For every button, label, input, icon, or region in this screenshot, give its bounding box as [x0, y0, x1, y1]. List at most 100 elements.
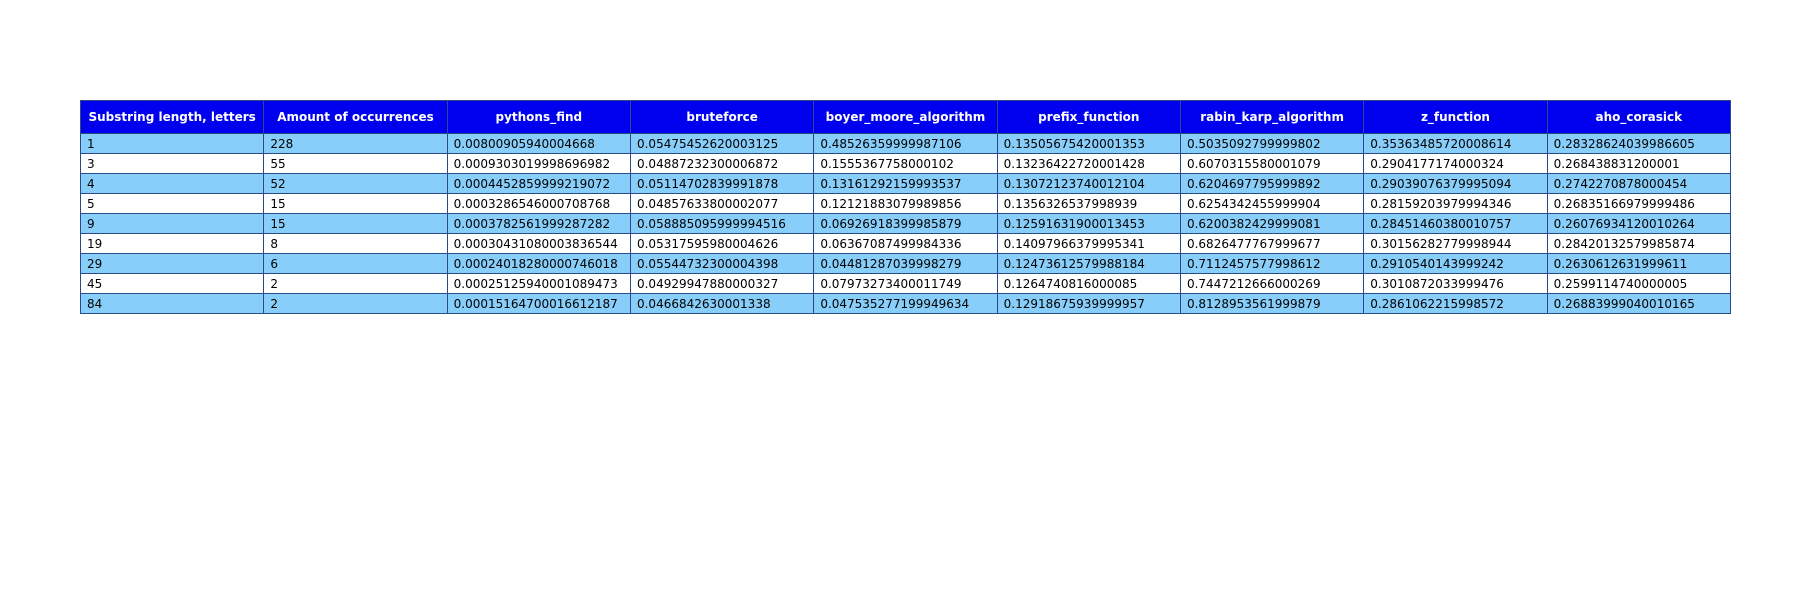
table-cell: 0.0004452859999219072 — [446, 173, 631, 194]
table-cell: 15 — [263, 193, 448, 214]
table-cell: 0.1356326537998939 — [996, 193, 1181, 214]
table-row: 84 2 0.00015164700016612187 0.0466842630001… — [79, 293, 1732, 314]
table-cell: 4 — [79, 173, 265, 194]
table-cell: 0.04929947880000327 — [629, 273, 815, 294]
table-cell: 0.12591631900013453 — [996, 213, 1181, 234]
table-cell: 0.0009303019998696982 — [446, 153, 631, 174]
table-cell: 0.13505675420001353 — [996, 133, 1181, 154]
header-row: Substring length, letters Amount of occur… — [79, 100, 1732, 134]
table-cell: 6 — [263, 253, 448, 274]
table-cell: 228 — [263, 133, 448, 154]
table-cell: 0.2910540143999242 — [1363, 253, 1548, 274]
table-cell: 0.29039076379995094 — [1363, 173, 1548, 194]
table-cell: 0.00024018280000746018 — [446, 253, 631, 274]
table-cell: 0.6204697795999892 — [1179, 173, 1365, 194]
table-cell: 0.13236422720001428 — [996, 153, 1181, 174]
table-cell: 84 — [79, 293, 265, 314]
table-cell: 19 — [79, 233, 265, 254]
column-header: aho_corasick — [1546, 100, 1732, 134]
table-cell: 8 — [263, 233, 448, 254]
table-row: 29 6 0.00024018280000746018 0.0554473230000… — [79, 253, 1732, 274]
table-cell: 0.48526359999987106 — [813, 133, 998, 154]
table-cell: 5 — [79, 193, 265, 214]
table-cell: 0.268438831200001 — [1546, 153, 1732, 174]
table-cell: 2 — [263, 273, 448, 294]
table-cell: 0.26835166979999486 — [1546, 193, 1732, 214]
table-header: Substring length, letters Amount of occur… — [79, 100, 1732, 134]
table-cell: 0.28159203979994346 — [1363, 193, 1548, 214]
table-cell: 0.00025125940001089473 — [446, 273, 631, 294]
table-row: 19 8 0.00030431080003836544 0.0531759598000… — [79, 233, 1732, 254]
table-cell: 0.05317595980004626 — [629, 233, 815, 254]
table-cell: 0.058885095999994516 — [629, 213, 815, 234]
table-cell: 0.05544732300004398 — [629, 253, 815, 274]
table-cell: 0.7112457577998612 — [1179, 253, 1365, 274]
table-cell: 0.6254342455999904 — [1179, 193, 1365, 214]
table-cell: 2 — [263, 293, 448, 314]
table-cell: 0.8128953561999879 — [1179, 293, 1365, 314]
table-cell: 0.1555367758000102 — [813, 153, 998, 174]
table-cell: 0.13072123740012104 — [996, 173, 1181, 194]
table-cell: 0.28328624039986605 — [1546, 133, 1732, 154]
table-cell: 0.05114702839991878 — [629, 173, 815, 194]
column-header: Amount of occurrences — [263, 100, 448, 134]
table-cell: 0.6200382429999081 — [1179, 213, 1365, 234]
page: Substring length, letters Amount of occur… — [0, 0, 1800, 600]
table-cell: 0.04857633800002077 — [629, 193, 815, 214]
table-cell: 0.2599114740000005 — [1546, 273, 1732, 294]
column-header: pythons_find — [446, 100, 631, 134]
column-header: boyer_moore_algorithm — [813, 100, 998, 134]
column-header: z_function — [1363, 100, 1548, 134]
table-cell: 0.04481287039998279 — [813, 253, 998, 274]
table-cell: 0.2904177174000324 — [1363, 153, 1548, 174]
table-cell: 0.26883999040010165 — [1546, 293, 1732, 314]
table-cell: 0.06367087499984336 — [813, 233, 998, 254]
table-cell: 1 — [79, 133, 265, 154]
table-cell: 0.05475452620003125 — [629, 133, 815, 154]
table-cell: 0.14097966379995341 — [996, 233, 1181, 254]
table-cell: 0.12918675939999957 — [996, 293, 1181, 314]
table-cell: 0.00030431080003836544 — [446, 233, 631, 254]
table-cell: 0.28451460380010757 — [1363, 213, 1548, 234]
table-cell: 0.04887232300006872 — [629, 153, 815, 174]
table-cell: 29 — [79, 253, 265, 274]
table-cell: 0.6070315580001079 — [1179, 153, 1365, 174]
table-cell: 0.00015164700016612187 — [446, 293, 631, 314]
table-cell: 0.06926918399985879 — [813, 213, 998, 234]
table-cell: 0.13161292159993537 — [813, 173, 998, 194]
table-cell: 52 — [263, 173, 448, 194]
table-cell: 0.00800905940004668 — [446, 133, 631, 154]
table-cell: 0.2742270878000454 — [1546, 173, 1732, 194]
table-cell: 0.047535277199949634 — [813, 293, 998, 314]
table-cell: 0.2630612631999611 — [1546, 253, 1732, 274]
column-header: Substring length, letters — [79, 100, 265, 134]
table-cell: 15 — [263, 213, 448, 234]
column-header: rabin_karp_algorithm — [1179, 100, 1365, 134]
table-row: 9 15 0.0003782561999287282 0.05888509599999… — [79, 213, 1732, 234]
table-row: 1 228 0.00800905940004668 0.054754526200031… — [79, 133, 1732, 154]
table-cell: 0.12473612579988184 — [996, 253, 1181, 274]
table-row: 45 2 0.00025125940001089473 0.0492994788000… — [79, 273, 1732, 294]
table-cell: 0.5035092799999802 — [1179, 133, 1365, 154]
table-cell: 45 — [79, 273, 265, 294]
table-cell: 55 — [263, 153, 448, 174]
table-cell: 0.1264740816000085 — [996, 273, 1181, 294]
table-cell: 0.2861062215998572 — [1363, 293, 1548, 314]
table-cell: 0.6826477767999677 — [1179, 233, 1365, 254]
table-cell: 0.35363485720008614 — [1363, 133, 1548, 154]
table-cell: 0.12121883079989856 — [813, 193, 998, 214]
table-cell: 9 — [79, 213, 265, 234]
table-cell: 0.26076934120010264 — [1546, 213, 1732, 234]
table-cell: 0.28420132579985874 — [1546, 233, 1732, 254]
table-cell: 0.0003782561999287282 — [446, 213, 631, 234]
table-cell: 0.07973273400011749 — [813, 273, 998, 294]
table-body: 1 228 0.00800905940004668 0.054754526200031… — [79, 133, 1732, 314]
table-cell: 0.0003286546000708768 — [446, 193, 631, 214]
column-header: prefix_function — [996, 100, 1181, 134]
table-row: 3 55 0.0009303019998696982 0.04887232300006… — [79, 153, 1732, 174]
table-cell: 0.7447212666000269 — [1179, 273, 1365, 294]
table-row: 4 52 0.0004452859999219072 0.05114702839991… — [79, 173, 1732, 194]
table-cell: 0.30156282779998944 — [1363, 233, 1548, 254]
column-header: bruteforce — [629, 100, 815, 134]
table-cell: 0.0466842630001338 — [629, 293, 815, 314]
